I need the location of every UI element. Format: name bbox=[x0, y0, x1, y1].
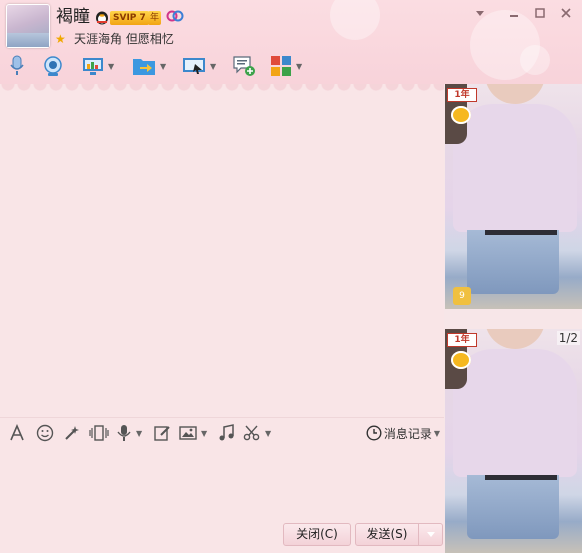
apps-icon bbox=[271, 56, 291, 76]
decor-bubble bbox=[330, 0, 380, 40]
scissors-icon bbox=[243, 425, 260, 441]
qq-penguin-icon[interactable] bbox=[94, 9, 110, 25]
chevron-down-icon bbox=[426, 532, 435, 537]
close-window-button[interactable] bbox=[556, 6, 576, 24]
create-discussion-button[interactable] bbox=[232, 52, 256, 80]
year-badge[interactable]: 年 bbox=[148, 11, 162, 25]
star-icon: ★ bbox=[55, 32, 66, 46]
function-toolbar: ▼ ▼ ▼ ▼ bbox=[0, 52, 440, 80]
clock-icon bbox=[366, 425, 382, 441]
page-indicator: 1/2 bbox=[556, 331, 580, 345]
photo-shape bbox=[453, 104, 577, 232]
title-bar: 褐瞳 SVIP 7 年 ★ 天涯海角 但愿相忆 ▼ ▼ ▼ ▼ bbox=[0, 0, 582, 84]
edit-icon bbox=[154, 426, 170, 441]
minimize-button[interactable] bbox=[504, 6, 524, 24]
voice-call-button[interactable] bbox=[8, 52, 26, 80]
input-toolbar: ▼ ▼ ▼ 消息记录 ▼ bbox=[0, 417, 444, 447]
qq-pet-icon[interactable] bbox=[451, 106, 471, 124]
maximize-button[interactable] bbox=[530, 6, 550, 24]
chevron-down-icon bbox=[476, 11, 484, 16]
music-button[interactable] bbox=[218, 424, 236, 442]
photo-shape bbox=[485, 475, 557, 480]
years-tag: 1年 bbox=[447, 88, 477, 102]
emoji-button[interactable] bbox=[36, 424, 54, 442]
contact-avatar[interactable] bbox=[6, 4, 50, 48]
photo-shape bbox=[485, 84, 545, 104]
maximize-icon bbox=[535, 8, 545, 18]
voice-icon bbox=[117, 425, 131, 441]
chevron-down-icon[interactable]: ▼ bbox=[265, 429, 271, 438]
message-history-area[interactable] bbox=[0, 84, 444, 417]
microphone-icon bbox=[10, 55, 24, 75]
message-history-button[interactable]: 消息记录 ▼ bbox=[366, 424, 440, 442]
magic-expression-button[interactable] bbox=[63, 424, 81, 442]
chevron-down-icon[interactable]: ▼ bbox=[201, 429, 207, 438]
create-discussion-icon bbox=[233, 56, 255, 76]
contact-nickname[interactable]: 褐瞳 bbox=[56, 6, 90, 28]
voice-message-button[interactable]: ▼ bbox=[116, 424, 142, 442]
contact-show-photo[interactable]: 1年 9 bbox=[445, 84, 582, 309]
close-button[interactable]: 关闭(C) bbox=[283, 523, 351, 546]
close-icon bbox=[561, 8, 571, 18]
chevron-down-icon: ▼ bbox=[433, 428, 440, 438]
qzone-link-icon[interactable] bbox=[166, 9, 184, 23]
send-image-button[interactable]: ▼ bbox=[179, 424, 207, 442]
window-menu-button[interactable] bbox=[470, 6, 490, 24]
chevron-down-icon[interactable]: ▼ bbox=[296, 62, 302, 71]
file-transfer-button[interactable]: ▼ bbox=[132, 52, 166, 80]
remote-desktop-button[interactable]: ▼ bbox=[82, 52, 114, 80]
contact-signature: 天涯海角 但愿相忆 bbox=[74, 32, 174, 46]
chevron-down-icon[interactable]: ▼ bbox=[108, 62, 114, 71]
qq-pet-icon[interactable] bbox=[451, 351, 471, 369]
send-button[interactable]: 发送(S) bbox=[355, 523, 419, 546]
screen-share-button[interactable]: ▼ bbox=[182, 52, 216, 80]
chevron-down-icon[interactable]: ▼ bbox=[210, 62, 216, 71]
decor-bubble bbox=[520, 45, 550, 75]
apps-button[interactable]: ▼ bbox=[270, 52, 302, 80]
chevron-down-icon[interactable]: ▼ bbox=[136, 429, 142, 438]
photo-shape bbox=[453, 349, 577, 477]
send-options-button[interactable] bbox=[418, 523, 443, 546]
photo-shape bbox=[485, 230, 557, 235]
emoji-icon bbox=[36, 424, 54, 442]
photo-shape bbox=[467, 475, 559, 539]
image-icon bbox=[179, 426, 197, 440]
shake-icon bbox=[89, 425, 109, 441]
music-icon bbox=[219, 424, 234, 441]
remote-desktop-icon bbox=[83, 58, 103, 75]
webcam-icon bbox=[44, 56, 62, 76]
contact-show-panel: 1年 9 1年 1/2 bbox=[444, 84, 582, 553]
magic-wand-icon bbox=[65, 426, 79, 440]
video-call-button[interactable] bbox=[42, 52, 64, 80]
message-history-label: 消息记录 bbox=[383, 426, 432, 441]
file-transfer-icon bbox=[133, 59, 155, 75]
minimize-icon bbox=[510, 15, 518, 17]
thumb-badge[interactable]: 9 bbox=[453, 287, 471, 305]
screen-share-icon bbox=[183, 58, 205, 74]
svip-badge[interactable]: SVIP 7 bbox=[110, 11, 149, 25]
chevron-down-icon[interactable]: ▼ bbox=[160, 62, 166, 71]
shake-button[interactable] bbox=[89, 424, 109, 442]
font-button[interactable] bbox=[8, 424, 26, 442]
font-icon bbox=[10, 424, 24, 441]
photo-shape bbox=[467, 230, 559, 294]
my-show-photo[interactable]: 1年 1/2 bbox=[445, 329, 582, 553]
screenshot-button[interactable]: ▼ bbox=[243, 424, 271, 442]
photo-shape bbox=[485, 329, 545, 349]
years-tag: 1年 bbox=[447, 333, 477, 347]
edit-button[interactable] bbox=[153, 424, 171, 442]
